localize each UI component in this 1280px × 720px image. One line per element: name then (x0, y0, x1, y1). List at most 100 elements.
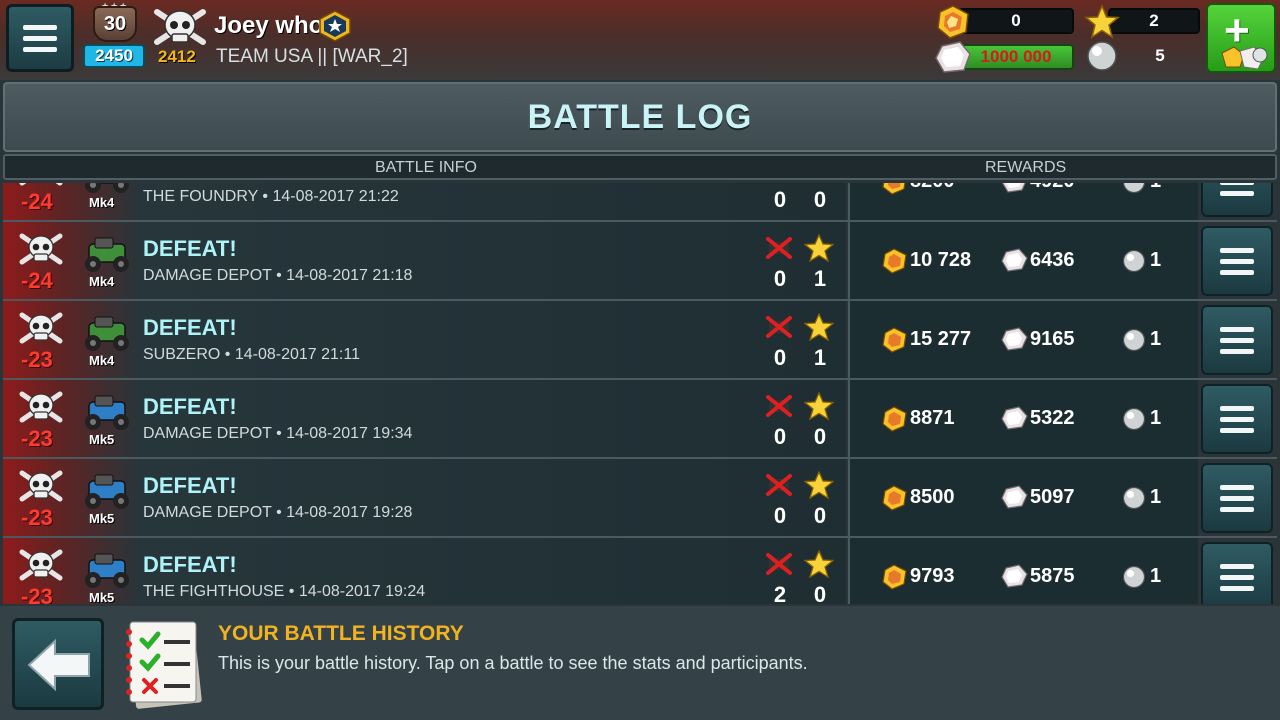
star-icon (1084, 4, 1120, 39)
menu-icon-bar (23, 46, 57, 52)
gold-icon (880, 327, 908, 353)
star-count: 1 (813, 345, 827, 370)
gold-reward: 8871 (910, 407, 955, 429)
battle-info-cell[interactable]: -23 Mk5 DEFEAT! DAMAGE DEPOT • 14-08-2017 1… (3, 380, 846, 457)
main-menu-button[interactable] (6, 4, 74, 72)
silver-icon (1000, 485, 1028, 509)
battle-row[interactable]: -24Mk4DEFEAT!THE FOUNDRY • 14-08-2017 21… (3, 183, 1277, 222)
battle-list[interactable]: -24 Mk4 DEFEAT! THE FOUNDRY • 14-08-2017 21… (3, 183, 1277, 604)
battle-info-cell[interactable]: -24Mk4DEFEAT!THE FOUNDRY • 14-08-2017 21… (3, 183, 846, 220)
menu-icon (1220, 326, 1254, 332)
battle-details: THE FOUNDRY • 14-08-2017 21:22 (143, 188, 399, 205)
team-star-badge-icon[interactable] (318, 10, 352, 42)
hint-text: This is your battle history. Tap on a ba… (218, 653, 808, 673)
star-icon (803, 391, 835, 421)
pearl-icon (1122, 565, 1146, 589)
silver-counter[interactable]: 1000 000 (958, 44, 1074, 70)
hint-title: YOUR BATTLE HISTORY (218, 622, 464, 645)
menu-icon-bar (1220, 258, 1254, 264)
kill-icon (765, 394, 793, 418)
rewards-cell: 9793 5875 1 (848, 538, 1198, 604)
star-count: 0 (813, 424, 827, 449)
gold-reward: 10 728 (910, 249, 972, 271)
battle-menu-button[interactable] (1201, 305, 1273, 375)
menu-icon-bar (1220, 574, 1254, 580)
gold-icon (937, 5, 969, 39)
menu-icon (1220, 484, 1254, 490)
silver-reward: 6436 (1030, 249, 1075, 271)
battle-menu-button[interactable] (1201, 183, 1273, 217)
battle-row[interactable]: -23 Mk4 DEFEAT! SUBZERO • 14-08-2017 21:11 0… (3, 301, 1277, 380)
add-currency-button[interactable]: + (1206, 3, 1276, 73)
vehicle-icon (81, 234, 133, 274)
kill-count: 0 (773, 266, 787, 291)
battle-row[interactable]: -24 Mk4 DEFEAT! DAMAGE DEPOT • 14-08-2017 2… (3, 222, 1277, 301)
battle-row[interactable]: -23 Mk5 DEFEAT! DAMAGE DEPOT • 14-08-2017 1… (3, 459, 1277, 538)
vehicle-mark: Mk4 (89, 195, 115, 210)
battle-row[interactable]: -23 Mk5 DEFEAT! DAMAGE DEPOT • 14-08-2017 1… (3, 380, 1277, 459)
battle-row[interactable]: -23 Mk5 DEFEAT! THE FIGHTHOUSE • 14-08-2017… (3, 538, 1277, 604)
battle-result: DEFEAT! (143, 394, 237, 419)
trophy-delta: -24 (21, 268, 53, 293)
star-count: 0 (813, 503, 827, 528)
menu-icon-bar (1220, 585, 1254, 591)
player-level-badge[interactable]: 30 (93, 6, 137, 42)
gold-counter[interactable]: 0 (958, 8, 1074, 34)
checklist-icon (126, 621, 202, 709)
battle-info-cell[interactable]: -23 Mk4 DEFEAT! SUBZERO • 14-08-2017 21:11 0… (3, 301, 846, 378)
pearl-reward: 1 (1150, 183, 1161, 193)
menu-icon (1220, 563, 1254, 569)
team-name[interactable]: TEAM USA || [WAR_2] (216, 46, 408, 68)
skull-icon (19, 469, 63, 503)
star-icon (803, 233, 835, 263)
title-panel: BATTLE LOG (3, 82, 1277, 152)
silver-icon (1000, 564, 1028, 588)
menu-icon-bar (1220, 190, 1254, 196)
battle-menu-button[interactable] (1201, 384, 1273, 454)
battle-menu-button[interactable] (1201, 463, 1273, 533)
trophy-delta: -23 (21, 505, 53, 530)
kill-icon (765, 552, 793, 576)
pearl-reward: 1 (1150, 328, 1162, 350)
kill-icon (765, 473, 793, 497)
pearl-icon (1122, 249, 1146, 273)
player-name[interactable]: Joey who (214, 12, 323, 40)
star-count: 0 (813, 187, 827, 212)
back-button[interactable] (12, 618, 104, 710)
battle-info-cell[interactable]: -24 Mk4 DEFEAT! DAMAGE DEPOT • 14-08-2017 2… (3, 222, 846, 299)
menu-icon-bar (1220, 495, 1254, 501)
silver-icon (1000, 327, 1028, 351)
battle-menu-button[interactable] (1201, 226, 1273, 296)
silver-reward: 5875 (1030, 565, 1075, 587)
pearl-icon (1087, 41, 1117, 71)
kill-count: 0 (773, 503, 787, 528)
vehicle-icon (81, 471, 133, 511)
kill-count: 2 (773, 582, 787, 604)
gold-icon (880, 248, 908, 274)
gold-icon (880, 406, 908, 432)
battle-result: DEFEAT! (143, 236, 237, 261)
pearl-reward: 1 (1150, 407, 1162, 429)
gold-reward: 15 277 (910, 328, 972, 350)
star-icon (803, 549, 835, 579)
vehicle-mark: Mk5 (89, 432, 115, 447)
pearl-reward: 1 (1150, 486, 1162, 508)
silver-reward: 5097 (1030, 486, 1075, 508)
column-header: BATTLE INFO REWARDS (3, 154, 1277, 180)
page-title: BATTLE LOG (527, 97, 753, 136)
battle-info-cell[interactable]: -23 Mk5 DEFEAT! DAMAGE DEPOT • 14-08-2017 1… (3, 459, 846, 536)
skull-icon[interactable] (153, 6, 207, 48)
rewards-cell: 8200 4920 1 (848, 183, 1198, 220)
skull-icon (19, 232, 63, 266)
gold-icon (880, 485, 908, 511)
skull-icon (19, 390, 63, 424)
menu-icon-bar (1220, 183, 1254, 185)
battle-details: DAMAGE DEPOT • 14-08-2017 21:18 (143, 267, 413, 284)
star-counter[interactable]: 2 (1108, 8, 1200, 34)
menu-icon (1220, 247, 1254, 253)
battle-info-cell[interactable]: -23 Mk5 DEFEAT! THE FIGHTHOUSE • 14-08-2017… (3, 538, 846, 604)
menu-icon-bar (1220, 337, 1254, 343)
pearl-counter[interactable]: 5 (1130, 46, 1190, 66)
battle-menu-button[interactable] (1201, 542, 1273, 604)
silver-reward: 9165 (1030, 328, 1075, 350)
